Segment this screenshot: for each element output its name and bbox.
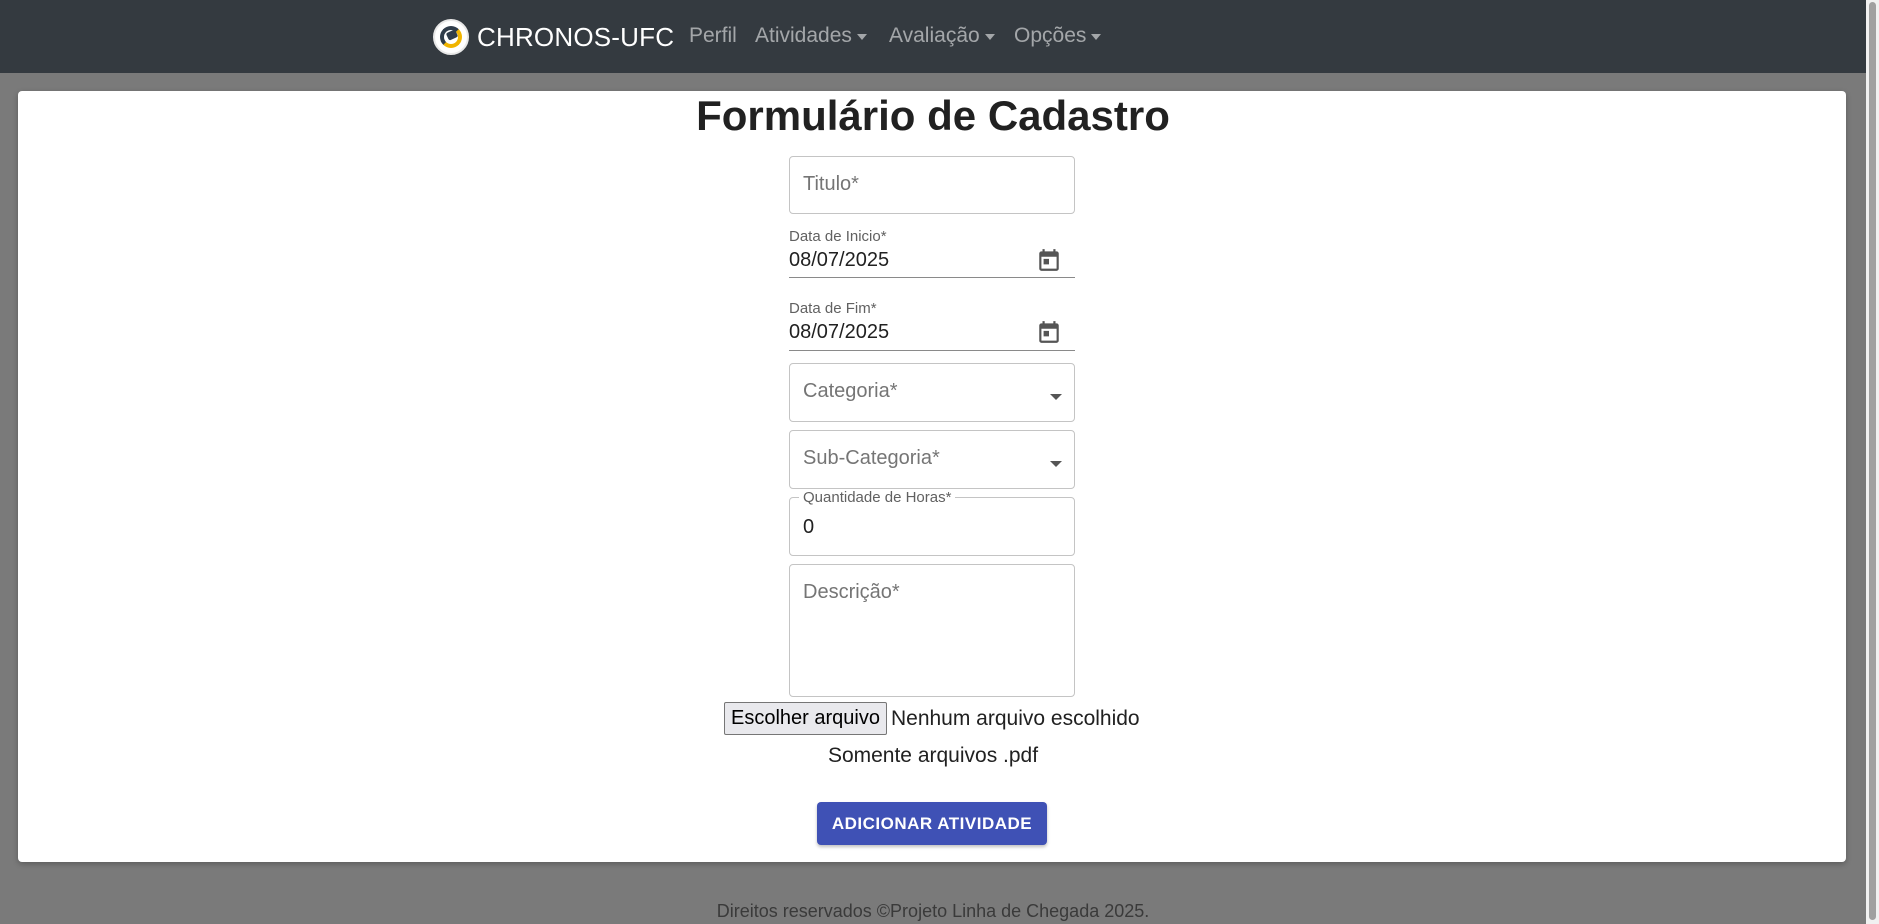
sub-categoria-select[interactable]: Sub-Categoria* xyxy=(789,430,1075,489)
caret-down-icon xyxy=(1050,394,1062,400)
page-title: Formulário de Cadastro xyxy=(696,92,1170,139)
categoria-select[interactable]: Categoria* xyxy=(789,363,1075,422)
nav-perfil[interactable]: Perfil xyxy=(689,24,737,48)
brand-name: CHRONOS-UFC xyxy=(477,21,675,52)
file-input: Escolher arquivo Nenhum arquivo escolhid… xyxy=(724,702,1140,735)
nav-avaliacao-label: Avaliação xyxy=(889,24,980,47)
nav-opcoes-dropdown[interactable]: Opções xyxy=(1014,24,1102,48)
nav-perfil-label: Perfil xyxy=(689,24,737,47)
data-inicio-field[interactable]: Data de Inicio* 08/07/2025 xyxy=(789,227,1075,279)
data-inicio-underline xyxy=(789,277,1075,278)
data-fim-label: Data de Fim* xyxy=(789,300,877,317)
descricao-textarea[interactable]: Descrição* xyxy=(789,564,1075,697)
brand-link[interactable]: CHRONOS-UFC xyxy=(433,19,674,55)
file-type-note: Somente arquivos .pdf xyxy=(827,744,1039,767)
data-inicio-value: 08/07/2025 xyxy=(789,249,890,271)
caret-down-icon xyxy=(1091,34,1102,40)
descricao-placeholder: Descrição* xyxy=(803,581,900,603)
nav-atividades-dropdown[interactable]: Atividades xyxy=(755,24,867,48)
page-scrollbar[interactable] xyxy=(1866,0,1879,924)
file-status: Nenhum arquivo escolhido xyxy=(890,706,1140,730)
chronos-logo-icon xyxy=(433,19,469,55)
data-fim-underline xyxy=(789,350,1075,351)
caret-down-icon xyxy=(984,34,995,40)
footer-text: Direitos reservados ©Projeto Linha de Ch… xyxy=(716,901,1150,921)
calendar-icon[interactable] xyxy=(1036,319,1062,345)
quantidade-horas-field[interactable]: Quantidade de Horas* 0 xyxy=(789,489,1075,556)
nav-avaliacao-dropdown[interactable]: Avaliação xyxy=(889,24,995,48)
sub-categoria-placeholder: Sub-Categoria* xyxy=(803,447,940,469)
titulo-placeholder: Titulo* xyxy=(803,173,859,195)
navbar: CHRONOS-UFC Perfil Atividades Avaliação … xyxy=(0,0,1866,73)
data-inicio-label: Data de Inicio* xyxy=(789,228,887,245)
calendar-icon[interactable] xyxy=(1036,247,1062,273)
titulo-field[interactable]: Titulo* xyxy=(789,156,1075,214)
data-fim-value: 08/07/2025 xyxy=(789,321,890,343)
quantidade-horas-label: Quantidade de Horas* xyxy=(799,489,956,506)
nav-opcoes-label: Opções xyxy=(1014,24,1087,47)
caret-down-icon xyxy=(856,34,867,40)
caret-down-icon xyxy=(1050,461,1062,467)
data-fim-field[interactable]: Data de Fim* 08/07/2025 xyxy=(789,299,1075,351)
add-activity-button[interactable]: ADICIONAR ATIVIDADE xyxy=(817,802,1047,845)
choose-file-button[interactable]: Escolher arquivo xyxy=(724,702,887,735)
quantidade-horas-value: 0 xyxy=(803,516,815,538)
nav-atividades-label: Atividades xyxy=(755,24,852,47)
categoria-placeholder: Categoria* xyxy=(803,380,898,402)
scrollbar-thumb[interactable] xyxy=(1869,2,1876,920)
